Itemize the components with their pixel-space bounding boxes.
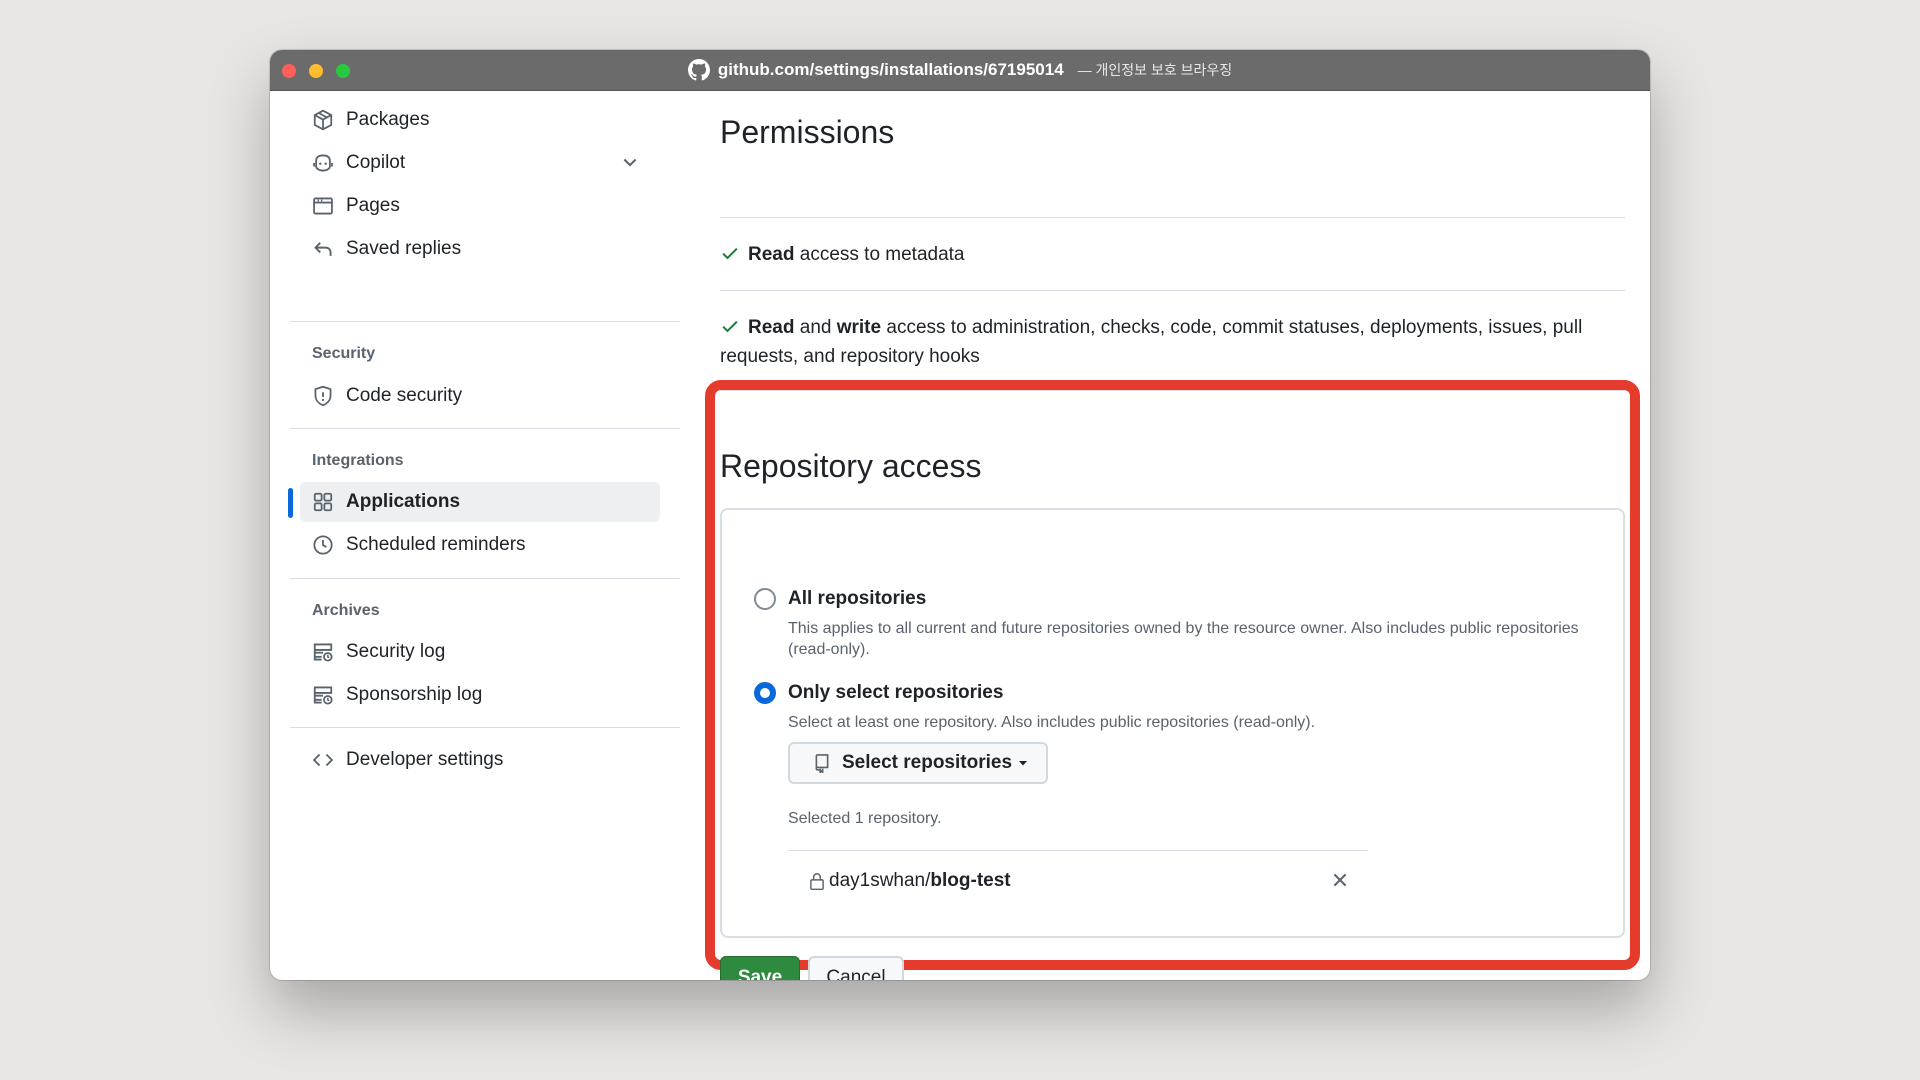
all-repositories-label[interactable]: All repositories (788, 588, 926, 610)
sidebar-item-pages[interactable]: Pages (300, 186, 660, 226)
repo-owner: day1swhan/ (829, 870, 931, 891)
permission-read-label: Read (748, 244, 795, 265)
log-icon (312, 684, 334, 706)
permission-metadata: Read access to metadata (720, 240, 1625, 269)
browser-icon (312, 195, 334, 217)
apps-icon (312, 491, 334, 513)
permission-read-label: Read (748, 317, 795, 338)
clock-icon (312, 534, 334, 556)
sidebar-item-label: Security log (346, 641, 446, 662)
cancel-button[interactable]: Cancel (808, 956, 904, 980)
all-repositories-radio[interactable] (754, 588, 776, 610)
sidebar-item-label: Copilot (346, 152, 406, 173)
sidebar-item-sponsorship-log[interactable]: Sponsorship log (300, 675, 660, 715)
selected-repository-row: day1swhan/blog-test (808, 866, 1368, 896)
sidebar-item-label: Pages (346, 195, 400, 216)
sidebar-item-developer-settings[interactable]: Developer settings (300, 740, 660, 780)
caret-down-icon (1019, 761, 1028, 766)
sidebar-item-label: Scheduled reminders (346, 534, 526, 555)
copilot-icon (312, 152, 334, 174)
sidebar-group-integrations: Integrations (312, 452, 404, 469)
check-icon (722, 320, 738, 333)
sidebar-item-security-log[interactable]: Security log (300, 632, 660, 672)
permission-text: and (794, 317, 837, 338)
sidebar-item-applications[interactable]: Applications (288, 482, 660, 522)
save-button[interactable]: Save (720, 956, 800, 980)
main-content: Permissions Read access to metadata Read… (720, 90, 1640, 980)
window-title: github.com/settings/installations/671950… (270, 50, 1650, 90)
repository-access-title: Repository access (720, 448, 982, 484)
browser-window: github.com/settings/installations/671950… (270, 50, 1650, 980)
sidebar-divider (290, 727, 680, 728)
private-browsing-label: — 개인정보 보호 브라우징 (1077, 62, 1233, 78)
selected-count-text: Selected 1 repository. (788, 810, 942, 827)
only-select-repositories-label[interactable]: Only select repositories (788, 682, 1003, 704)
github-icon (687, 59, 710, 81)
repository-access-box: All repositories This applies to all cur… (720, 508, 1625, 938)
sidebar-item-label: Applications (346, 491, 461, 512)
select-repositories-label: Select repositories (842, 752, 1013, 773)
select-repositories-button[interactable]: Select repositories (788, 742, 1048, 784)
permission-write-label: write (836, 317, 882, 338)
sidebar-divider (290, 321, 680, 322)
log-icon (312, 641, 334, 663)
active-indicator (288, 488, 293, 518)
sidebar-item-copilot[interactable]: Copilot (300, 143, 660, 183)
permission-read-write: Read and write access to administration,… (720, 313, 1625, 371)
permission-text: access to metadata (794, 244, 965, 265)
sidebar-item-saved-replies[interactable]: Saved replies (300, 229, 660, 269)
section-divider (720, 290, 1625, 291)
sidebar-item-packages[interactable]: Packages (300, 100, 660, 140)
sidebar-item-scheduled-reminders[interactable]: Scheduled reminders (300, 525, 660, 565)
code-icon (312, 749, 334, 771)
permissions-title: Permissions (720, 114, 895, 150)
title-bar: github.com/settings/installations/671950… (270, 50, 1650, 91)
sidebar-item-code-security[interactable]: Code security (300, 376, 660, 416)
sidebar-item-label: Developer settings (346, 749, 504, 770)
check-icon (722, 247, 738, 260)
reply-icon (312, 238, 334, 260)
repo-name: blog-test (930, 870, 1011, 891)
only-select-repositories-description: Select at least one repository. Also inc… (788, 714, 1316, 731)
lock-icon (810, 873, 824, 891)
sidebar-item-label: Code security (346, 385, 463, 406)
settings-sidebar: Packages Copilot Pages Saved replies Sec… (280, 90, 680, 980)
repo-list-divider (788, 850, 1368, 851)
sidebar-group-security: Security (312, 345, 376, 362)
remove-repository-icon[interactable] (1330, 870, 1350, 890)
sidebar-group-archives: Archives (312, 602, 380, 619)
package-icon (312, 109, 334, 131)
chevron-down-icon[interactable] (620, 152, 640, 172)
only-select-repositories-radio[interactable] (754, 682, 776, 704)
repo-icon (815, 754, 829, 773)
section-divider (720, 217, 1625, 218)
sidebar-divider (290, 428, 680, 429)
sidebar-item-label: Sponsorship log (346, 684, 483, 705)
shield-icon (312, 385, 334, 407)
url-text[interactable]: github.com/settings/installations/671950… (718, 60, 1064, 80)
sidebar-item-label: Packages (346, 109, 430, 130)
sidebar-divider (290, 578, 680, 579)
sidebar-item-label: Saved replies (346, 238, 462, 259)
all-repositories-description: This applies to all current and future r… (788, 620, 1579, 658)
section-divider (720, 390, 1625, 391)
